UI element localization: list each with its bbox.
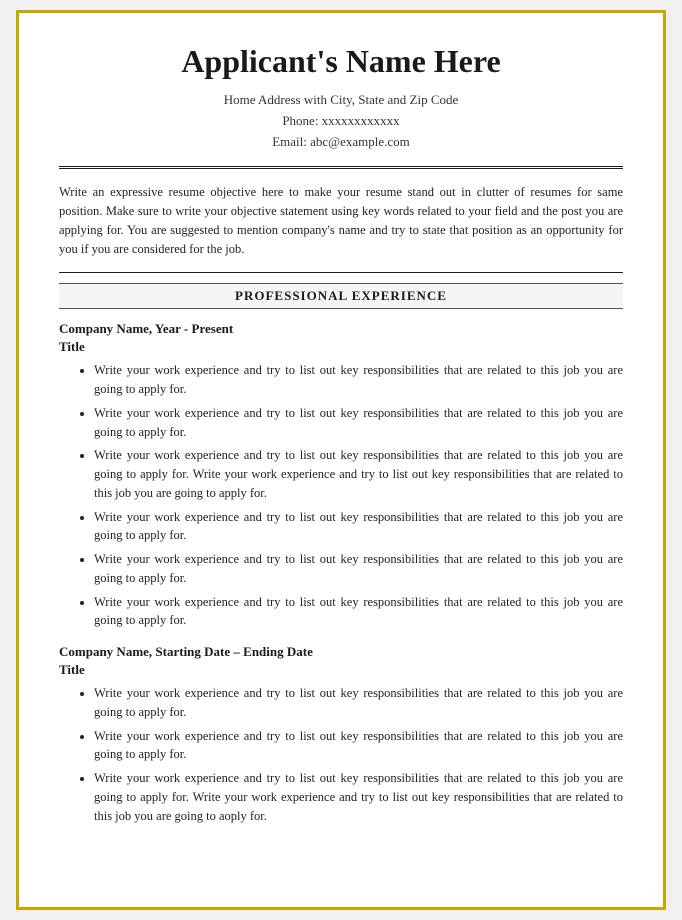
company-name-2: Company Name, Starting Date – Ending Dat… — [59, 644, 623, 660]
list-item: Write your work experience and try to li… — [94, 593, 623, 631]
objective-section: Write an expressive resume objective her… — [59, 183, 623, 258]
list-item: Write your work experience and try to li… — [94, 446, 623, 502]
job-block-1: Company Name, Year - Present Title Write… — [59, 321, 623, 630]
email-line: Email: abc@example.com — [59, 132, 623, 153]
header-section: Applicant's Name Here Home Address with … — [59, 43, 623, 152]
job-title-2: Title — [59, 662, 623, 678]
header-divider — [59, 166, 623, 169]
objective-text: Write an expressive resume objective her… — [59, 183, 623, 258]
phone-line: Phone: xxxxxxxxxxxx — [59, 111, 623, 132]
company-name-1: Company Name, Year - Present — [59, 321, 623, 337]
list-item: Write your work experience and try to li… — [94, 361, 623, 399]
professional-experience-header: PROFESSIONAL EXPERIENCE — [59, 283, 623, 309]
bullet-list-2: Write your work experience and try to li… — [59, 684, 623, 825]
job-block-2: Company Name, Starting Date – Ending Dat… — [59, 644, 623, 825]
list-item: Write your work experience and try to li… — [94, 404, 623, 442]
address-line: Home Address with City, State and Zip Co… — [59, 90, 623, 111]
list-item: Write your work experience and try to li… — [94, 727, 623, 765]
resume-page: Applicant's Name Here Home Address with … — [16, 10, 666, 910]
list-item: Write your work experience and try to li… — [94, 769, 623, 825]
list-item: Write your work experience and try to li… — [94, 508, 623, 546]
job-title-1: Title — [59, 339, 623, 355]
list-item: Write your work experience and try to li… — [94, 550, 623, 588]
contact-info: Home Address with City, State and Zip Co… — [59, 90, 623, 152]
list-item: Write your work experience and try to li… — [94, 684, 623, 722]
applicant-name: Applicant's Name Here — [59, 43, 623, 80]
bullet-list-1: Write your work experience and try to li… — [59, 361, 623, 630]
objective-divider — [59, 272, 623, 273]
